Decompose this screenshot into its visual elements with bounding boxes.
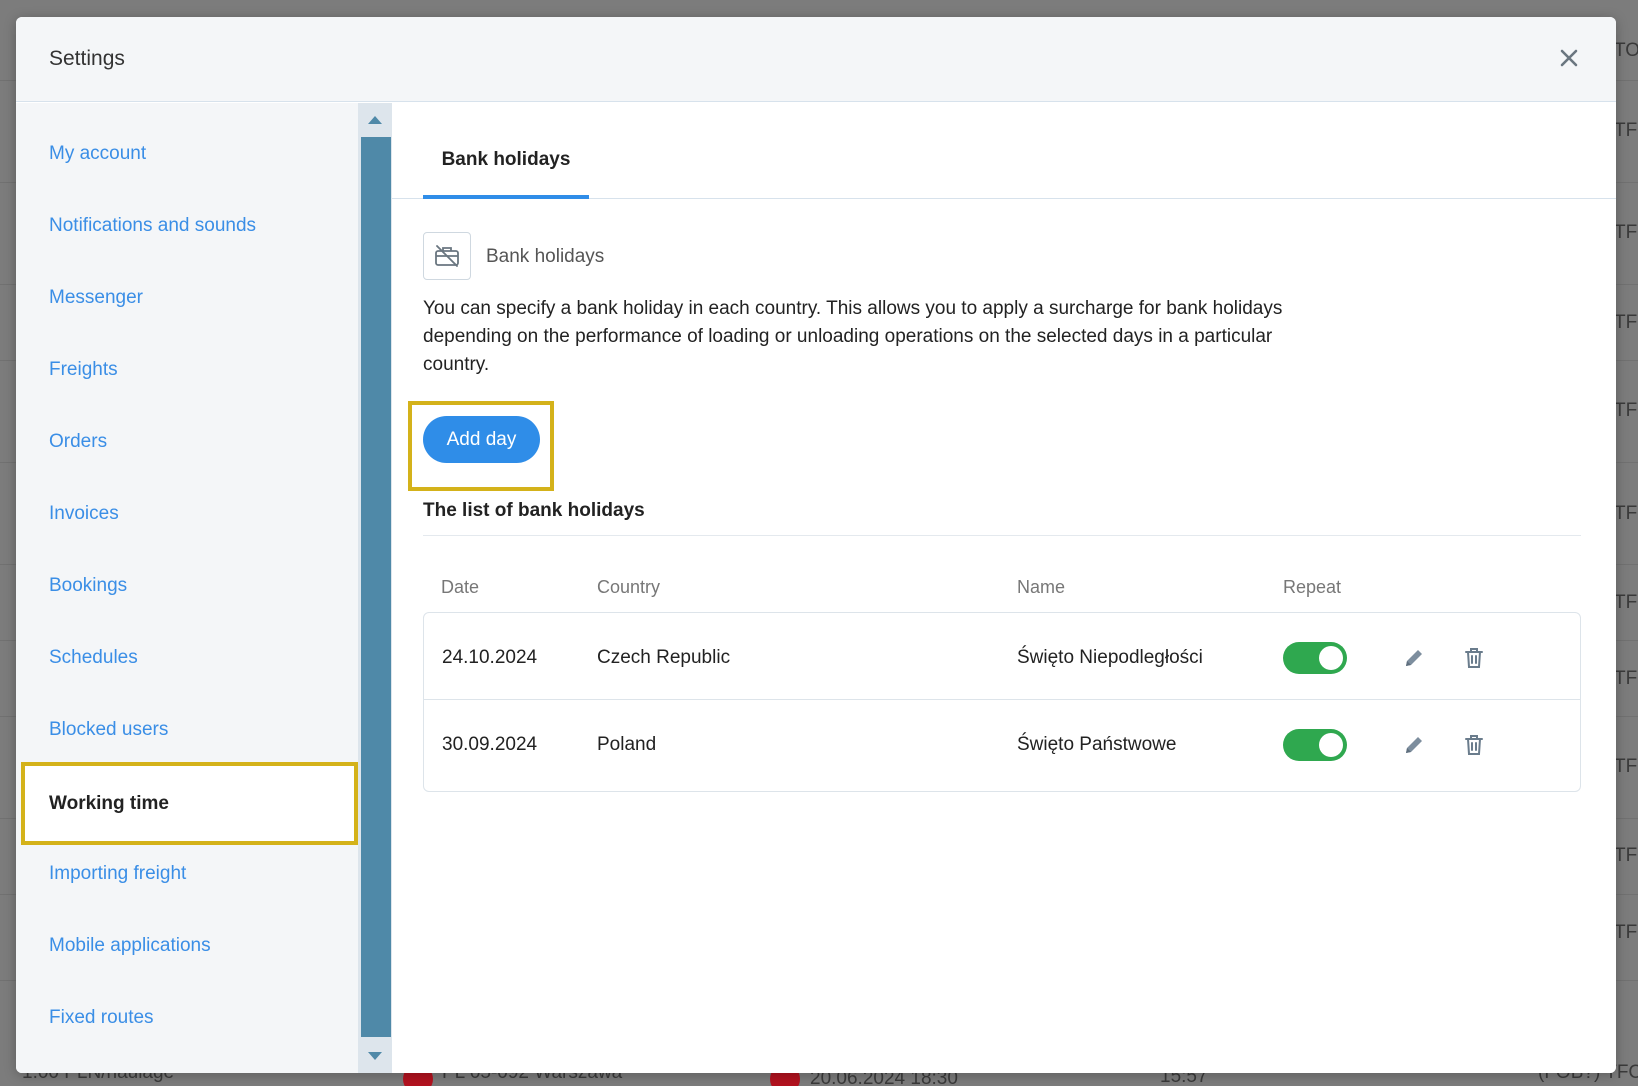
sidebar-item-my-account[interactable]: My account xyxy=(49,143,146,165)
holidays-table: 24.10.2024 Czech Republic Święto Niepodl… xyxy=(423,612,1581,792)
close-button[interactable] xyxy=(1552,41,1586,75)
triangle-up-icon xyxy=(368,116,382,124)
trash-icon xyxy=(1465,648,1483,668)
list-divider xyxy=(423,535,1581,536)
section-description: You can specify a bank holiday in each c… xyxy=(423,298,1283,375)
table-row: 24.10.2024 Czech Republic Święto Niepodl… xyxy=(424,613,1580,703)
edit-button[interactable] xyxy=(1397,728,1431,762)
delete-button[interactable] xyxy=(1457,641,1491,675)
column-header-date: Date xyxy=(441,577,480,597)
close-icon xyxy=(1560,49,1578,67)
sidebar-item-notifications[interactable]: Notifications and sounds xyxy=(49,215,256,237)
settings-sidebar: My account Notifications and sounds Mess… xyxy=(16,103,358,1073)
bg-edge-label: TFF xyxy=(1614,400,1638,421)
bg-edge-label: TFC xyxy=(1614,222,1638,243)
sidebar-scrollbar[interactable] xyxy=(358,103,392,1073)
cell-name: Święto Niepodległości xyxy=(1017,647,1203,668)
sidebar-item-messenger[interactable]: Messenger xyxy=(49,287,143,309)
sidebar-item-importing-freight[interactable]: Importing freight xyxy=(49,863,186,885)
tab-bank-holidays[interactable]: Bank holidays xyxy=(423,141,589,199)
cell-date: 30.09.2024 xyxy=(442,734,538,755)
sidebar-item-blocked-users[interactable]: Blocked users xyxy=(49,719,168,741)
list-title: The list of bank holidays xyxy=(423,500,645,521)
pencil-icon xyxy=(1406,737,1422,753)
modal-header: Settings xyxy=(16,17,1616,102)
scroll-thumb[interactable] xyxy=(361,137,391,1037)
cell-date: 24.10.2024 xyxy=(442,647,538,668)
section-label: Bank holidays xyxy=(486,246,605,267)
sidebar-item-orders[interactable]: Orders xyxy=(49,431,107,453)
bg-edge-label: TFC xyxy=(1614,756,1638,777)
sidebar-item-fixed-routes[interactable]: Fixed routes xyxy=(49,1007,154,1029)
section-icon-box xyxy=(423,232,471,280)
trash-icon xyxy=(1465,735,1483,755)
cell-name: Święto Państwowe xyxy=(1017,734,1177,755)
scroll-up-button[interactable] xyxy=(358,103,392,137)
cell-country: Poland xyxy=(597,734,657,755)
table-row: 30.09.2024 Poland Święto Państwowe xyxy=(424,699,1580,789)
add-day-button[interactable]: Add day xyxy=(423,416,540,463)
cell-country: Czech Republic xyxy=(597,647,731,668)
repeat-toggle[interactable] xyxy=(1283,642,1347,674)
tab-bar: Bank holidays xyxy=(392,103,1616,199)
pencil-icon xyxy=(1406,650,1422,666)
sidebar-item-schedules[interactable]: Schedules xyxy=(49,647,138,669)
bg-edge-label: TOR xyxy=(1614,40,1638,61)
bg-edge-label: TFC xyxy=(1614,668,1638,689)
column-header-name: Name xyxy=(1017,577,1066,597)
scroll-down-button[interactable] xyxy=(358,1039,392,1073)
column-header-repeat: Repeat xyxy=(1283,577,1342,597)
sidebar-item-bookings[interactable]: Bookings xyxy=(49,575,127,597)
column-header-country: Country xyxy=(597,577,661,597)
triangle-down-icon xyxy=(368,1052,382,1060)
sidebar-item-freights[interactable]: Freights xyxy=(49,359,118,381)
delete-button[interactable] xyxy=(1457,728,1491,762)
bg-edge-label: TFC xyxy=(1614,922,1638,943)
settings-modal: Settings My account Notifications and so… xyxy=(16,17,1616,1073)
sidebar-item-invoices[interactable]: Invoices xyxy=(49,503,119,525)
bg-edge-label: TFC xyxy=(1614,503,1638,524)
sidebar-item-label: Working time xyxy=(49,792,169,814)
bg-edge-label: TFC xyxy=(1614,120,1638,141)
bg-edge-label: TFC xyxy=(1614,592,1638,613)
sidebar-item-working-time[interactable]: Working time xyxy=(21,762,358,845)
settings-content: Bank holidays Bank holidays You can spec… xyxy=(392,103,1616,1073)
edit-button[interactable] xyxy=(1397,641,1431,675)
sidebar-item-mobile-applications[interactable]: Mobile applications xyxy=(49,935,211,957)
briefcase-off-icon xyxy=(435,245,459,267)
bg-edge-label: TFC xyxy=(1614,845,1638,866)
bg-edge-label: TFC xyxy=(1614,312,1638,333)
modal-title: Settings xyxy=(49,47,125,70)
repeat-toggle[interactable] xyxy=(1283,729,1347,761)
